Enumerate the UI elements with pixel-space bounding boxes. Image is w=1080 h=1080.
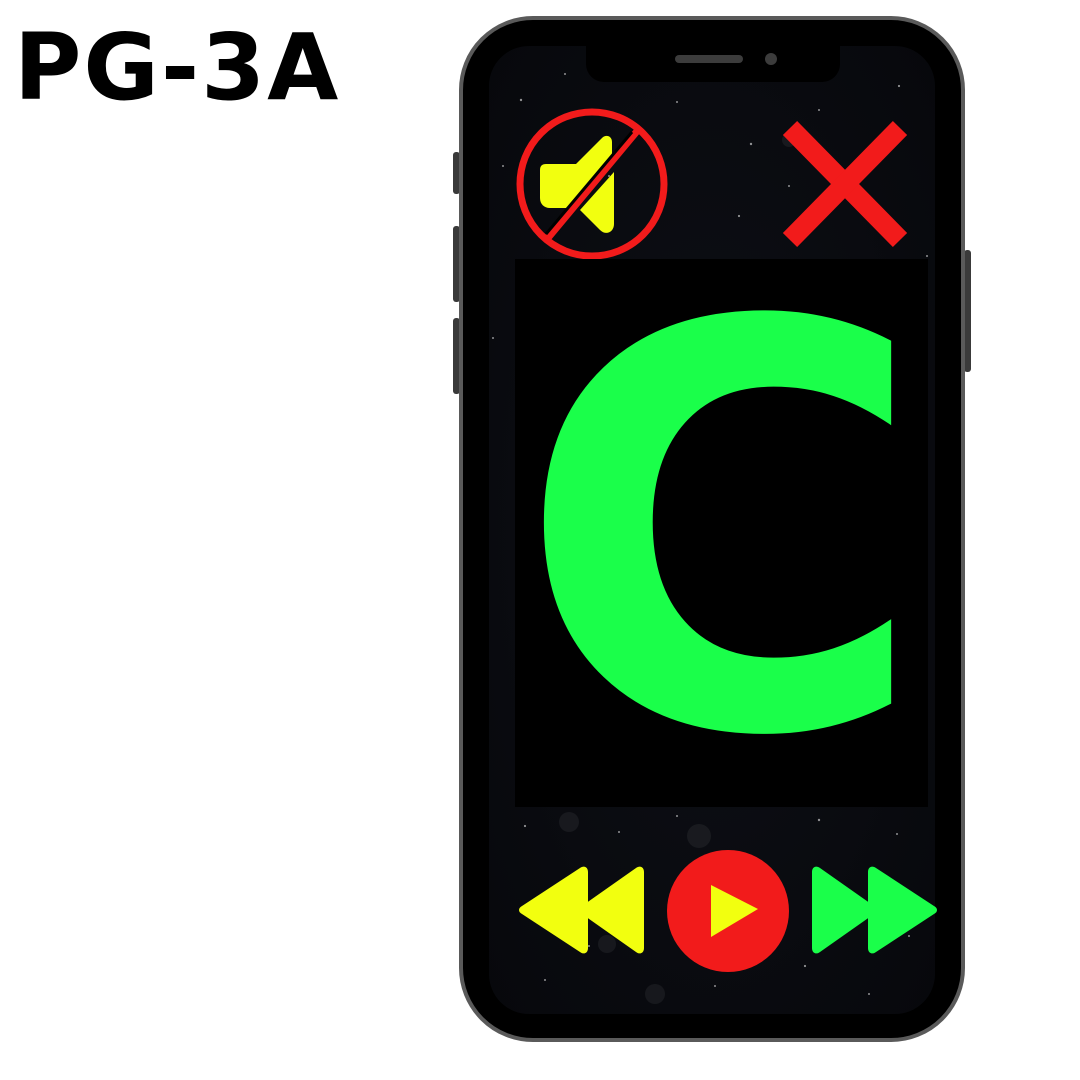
fast-forward-button[interactable] bbox=[808, 862, 942, 958]
letter-card: C bbox=[515, 259, 928, 807]
fast-forward-icon bbox=[812, 866, 937, 954]
phone-earpiece bbox=[675, 55, 743, 63]
speaker-muted-icon bbox=[516, 108, 668, 260]
rewind-icon bbox=[519, 866, 644, 954]
phone-notch bbox=[586, 44, 840, 82]
close-button[interactable] bbox=[780, 120, 910, 248]
play-button[interactable] bbox=[666, 849, 790, 973]
rewind-button[interactable] bbox=[514, 862, 648, 958]
mute-button[interactable] bbox=[514, 106, 670, 262]
page-label: PG-3A bbox=[14, 14, 341, 121]
close-icon bbox=[782, 120, 908, 248]
phone-front-camera bbox=[765, 53, 777, 65]
letter-display: C bbox=[516, 259, 927, 807]
phone-power-button bbox=[964, 250, 971, 372]
play-icon bbox=[667, 850, 789, 972]
